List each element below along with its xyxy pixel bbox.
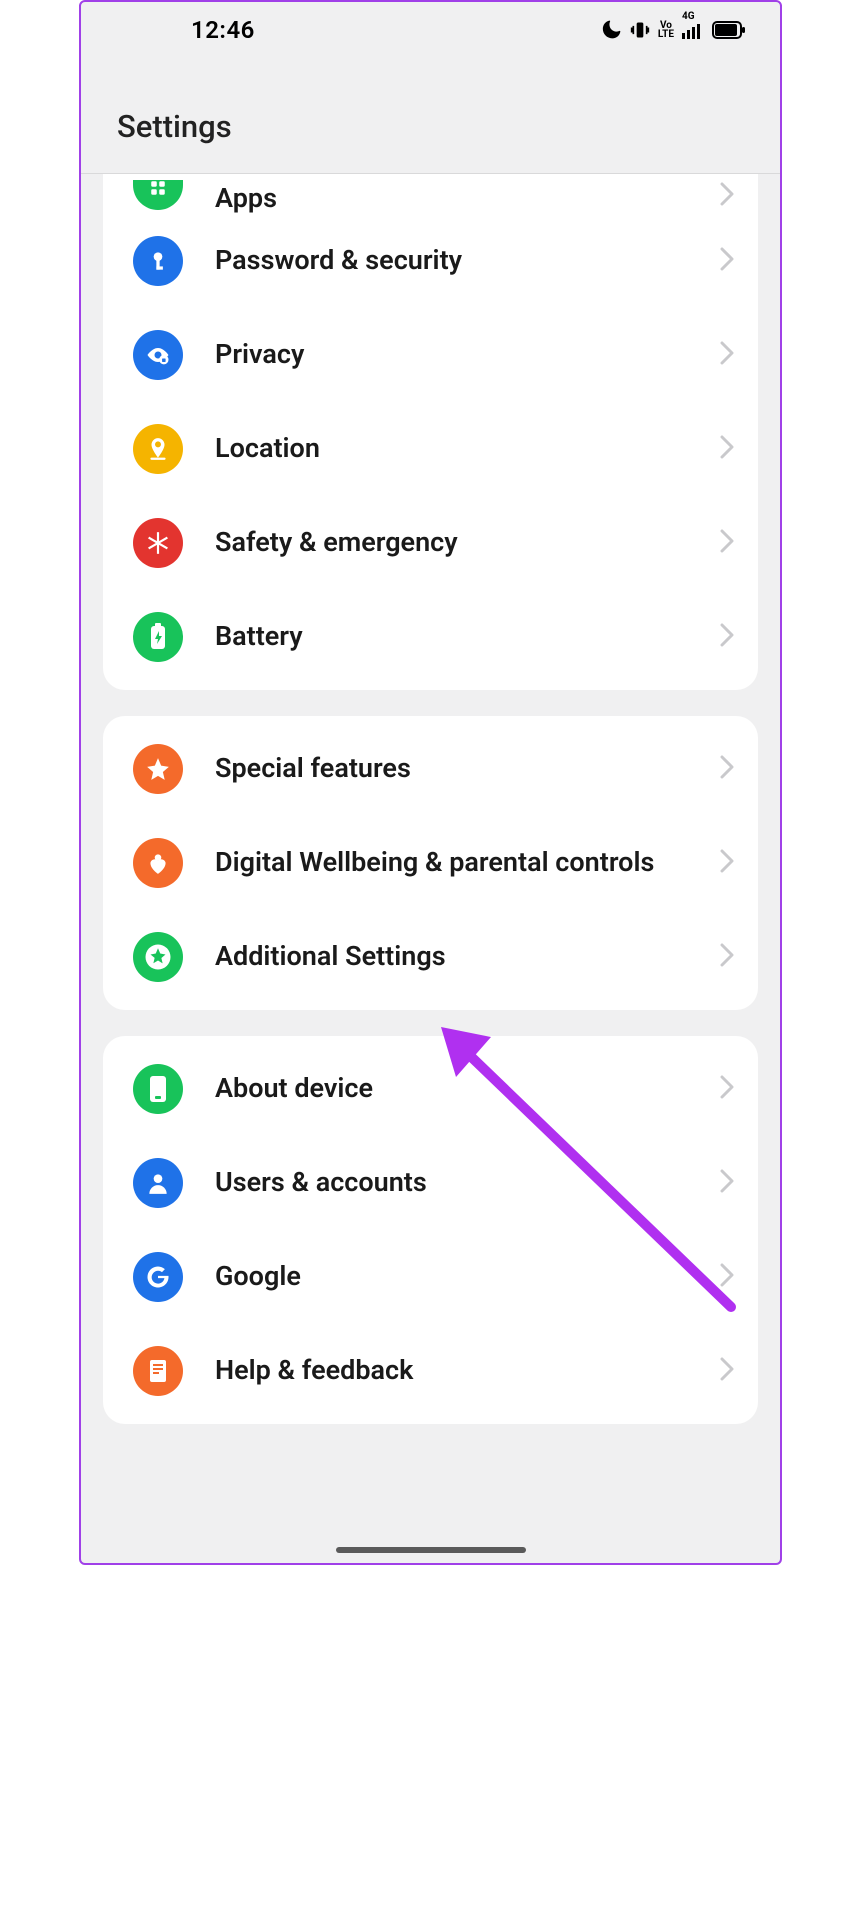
gear-star-icon: [133, 932, 183, 982]
settings-scroll-area[interactable]: Apps Password & security Privacy: [81, 174, 780, 1454]
chevron-right-icon: [720, 1075, 734, 1103]
dnd-moon-icon: [602, 20, 622, 40]
settings-row-label: Privacy: [215, 337, 688, 372]
chevron-right-icon: [720, 623, 734, 651]
settings-group-2: Special features Digital Wellbeing & par…: [103, 716, 758, 1010]
vibrate-icon: [630, 20, 650, 40]
settings-row-additional[interactable]: Additional Settings: [103, 910, 758, 1004]
settings-row-battery[interactable]: Battery: [103, 590, 758, 684]
settings-row-label: Digital Wellbeing & parental controls: [215, 845, 688, 880]
settings-row-label: Users & accounts: [215, 1165, 688, 1200]
chevron-right-icon: [720, 529, 734, 557]
settings-row-label: About device: [215, 1071, 688, 1106]
heart-icon: [133, 838, 183, 888]
settings-row-digital[interactable]: Digital Wellbeing & parental controls: [103, 816, 758, 910]
chevron-right-icon: [720, 341, 734, 369]
home-indicator[interactable]: [336, 1547, 526, 1553]
settings-row-label: Safety & emergency: [215, 525, 688, 560]
settings-row-users[interactable]: Users & accounts: [103, 1136, 758, 1230]
settings-row-apps[interactable]: Apps: [103, 180, 758, 214]
volte-icon: VoLTE: [658, 21, 674, 39]
settings-row-location[interactable]: Location: [103, 402, 758, 496]
device-icon: [133, 1064, 183, 1114]
key-icon: [133, 236, 183, 286]
battery-icon: [712, 21, 746, 39]
settings-row-label: Additional Settings: [215, 939, 688, 974]
eye-lock-icon: [133, 330, 183, 380]
user-icon: [133, 1158, 183, 1208]
google-icon: [133, 1252, 183, 1302]
settings-row-label: Password & security: [215, 243, 688, 278]
settings-row-privacy[interactable]: Privacy: [103, 308, 758, 402]
settings-row-password[interactable]: Password & security: [103, 214, 758, 308]
device-frame: 12:46 VoLTE 4G Settings: [79, 0, 782, 1565]
asterisk-icon: [133, 518, 183, 568]
chevron-right-icon: [720, 247, 734, 275]
pin-icon: [133, 424, 183, 474]
settings-row-google[interactable]: Google: [103, 1230, 758, 1324]
page-header: Settings: [81, 58, 780, 173]
book-icon: [133, 1346, 183, 1396]
settings-group-3: About device Users & accounts Google: [103, 1036, 758, 1424]
status-icons: VoLTE 4G: [602, 20, 746, 40]
settings-row-label: Special features: [215, 751, 688, 786]
settings-row-label: Google: [215, 1259, 688, 1294]
chevron-right-icon: [720, 755, 734, 783]
chevron-right-icon: [720, 1169, 734, 1197]
settings-row-safety[interactable]: Safety & emergency: [103, 496, 758, 590]
settings-group-1: Apps Password & security Privacy: [103, 174, 758, 690]
chevron-right-icon: [720, 1357, 734, 1385]
chevron-right-icon: [720, 943, 734, 971]
settings-row-label: Help & feedback: [215, 1353, 688, 1388]
settings-row-about[interactable]: About device: [103, 1042, 758, 1136]
chevron-right-icon: [720, 849, 734, 877]
chevron-right-icon: [720, 182, 734, 210]
apps-icon: [133, 180, 183, 210]
status-bar: 12:46 VoLTE 4G: [81, 2, 780, 58]
settings-row-label: Location: [215, 431, 688, 466]
page-title: Settings: [117, 108, 780, 145]
settings-row-label: Battery: [215, 619, 688, 654]
chevron-right-icon: [720, 435, 734, 463]
chevron-right-icon: [720, 1263, 734, 1291]
settings-row-special[interactable]: Special features: [103, 722, 758, 816]
star-icon: [133, 744, 183, 794]
status-time: 12:46: [191, 16, 255, 44]
settings-row-help[interactable]: Help & feedback: [103, 1324, 758, 1418]
battery-row-icon: [133, 612, 183, 662]
settings-row-label: Apps: [215, 181, 688, 214]
signal-icon: 4G: [682, 21, 704, 39]
